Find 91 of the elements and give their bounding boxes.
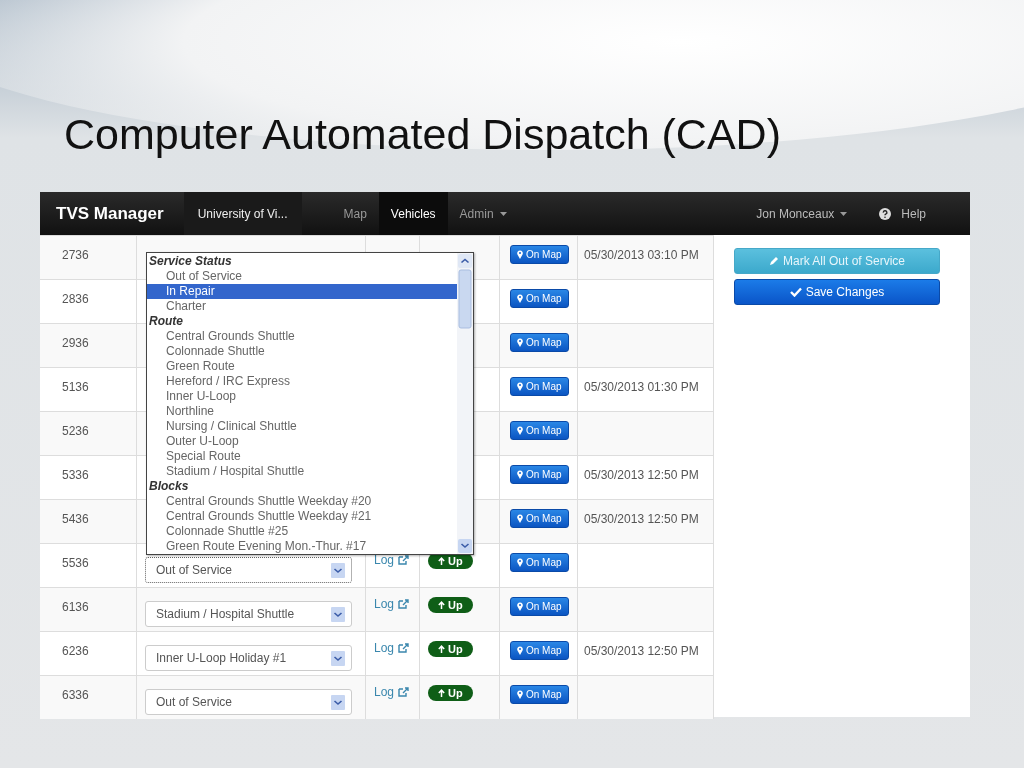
map-pin-icon [517,470,523,479]
status-badge: Up [428,641,473,657]
external-link-icon [398,555,410,565]
dropdown-option[interactable]: Northline [147,404,457,419]
vehicle-number: 6136 [62,600,89,614]
external-link-icon [398,643,410,653]
dropdown-option[interactable]: In Repair [147,284,457,299]
status-select[interactable]: Out of Service [145,689,352,715]
on-map-button[interactable]: On Map [510,377,569,396]
status-select[interactable]: Inner U-Loop Holiday #1 [145,645,352,671]
vehicle-number: 5136 [62,380,89,394]
log-link[interactable]: Log [374,685,410,699]
help-link[interactable]: Help [867,192,970,235]
map-pin-icon [517,250,523,259]
dropdown-option[interactable]: Stadium / Hospital Shuttle [147,464,457,479]
dropdown-option[interactable]: Central Grounds Shuttle [147,329,457,344]
organization-selector[interactable]: University of Vi... [183,192,302,235]
vehicle-number: 2836 [62,292,89,306]
dropdown-option[interactable]: Hereford / IRC Express [147,374,457,389]
on-map-button[interactable]: On Map [510,685,569,704]
pencil-icon [768,256,779,266]
option-group-label: Route [148,314,184,329]
external-link-icon [398,599,410,609]
on-map-button[interactable]: On Map [510,421,569,440]
timestamp: 05/30/2013 12:50 PM [584,468,699,482]
vehicle-number: 2936 [62,336,89,350]
chevron-down-icon [331,694,345,710]
vehicle-number: 5436 [62,512,89,526]
chevron-down-icon [331,562,345,578]
vehicle-number: 5336 [62,468,89,482]
map-pin-icon [517,690,523,699]
dropdown-option[interactable]: Inner U-Loop [147,389,457,404]
on-map-button[interactable]: On Map [510,641,569,660]
option-group-label: Blocks [148,479,190,494]
vehicle-number: 2736 [62,248,89,262]
help-icon [879,207,892,220]
nav-tab[interactable]: Map [331,192,379,235]
log-link[interactable]: Log [374,641,410,655]
status-badge: Up [428,685,473,701]
nav-tab[interactable]: Admin [447,192,519,235]
map-pin-icon [517,514,523,523]
map-pin-icon [517,558,523,567]
log-link[interactable]: Log [374,597,410,611]
nav-tab[interactable]: Vehicles [378,192,448,235]
vehicle-number: 6236 [62,644,89,658]
dropdown-option[interactable]: Outer U-Loop [147,434,457,449]
check-icon [789,287,802,297]
dropdown-option[interactable]: Colonnade Shuttle [147,344,457,359]
log-link[interactable]: Log [374,553,410,567]
map-pin-icon [517,426,523,435]
option-group-label: Service Status [148,254,233,269]
chevron-down-icon [331,606,345,622]
user-menu[interactable]: Jon Monceaux [744,192,860,235]
on-map-button[interactable]: On Map [510,553,569,572]
timestamp: 05/30/2013 03:10 PM [584,248,699,262]
chevron-down-icon [331,650,345,666]
dropdown-option[interactable]: Colonnade Shuttle #25 [147,524,457,539]
map-pin-icon [517,382,523,391]
status-badge: Up [428,597,473,613]
status-select[interactable]: Stadium / Hospital Shuttle [145,601,352,627]
map-pin-icon [517,338,523,347]
map-pin-icon [517,646,523,655]
map-pin-icon [517,294,523,303]
brand-title[interactable]: TVS Manager [40,192,184,235]
dropdown-option[interactable]: Central Grounds Shuttle Weekday #20 [147,494,457,509]
on-map-button[interactable]: On Map [510,465,569,484]
slide-title: Computer Automated Dispatch (CAD) [63,109,782,160]
on-map-button[interactable]: On Map [510,333,569,352]
map-pin-icon [517,602,523,611]
on-map-button[interactable]: On Map [510,245,569,264]
caret-icon [840,211,848,216]
dropdown-option[interactable]: Charter [147,299,457,314]
vehicle-number: 6336 [62,688,89,702]
status-select[interactable]: Out of Service [145,557,352,583]
dropdown-option[interactable]: Green Route Evening Mon.-Thur. #17 [147,539,457,554]
dropdown-option[interactable]: Nursing / Clinical Shuttle [147,419,457,434]
vehicle-number: 5236 [62,424,89,438]
external-link-icon [398,687,410,697]
timestamp: 05/30/2013 12:50 PM [584,512,699,526]
dropdown-option[interactable]: Green Route [147,359,457,374]
timestamp: 05/30/2013 12:50 PM [584,644,699,658]
dropdown-option[interactable]: Central Grounds Shuttle Weekday #21 [147,509,457,524]
vehicle-number: 5536 [62,556,89,570]
dropdown-option[interactable]: Special Route [147,449,457,464]
on-map-button[interactable]: On Map [510,597,569,616]
on-map-button[interactable]: On Map [510,289,569,308]
on-map-button[interactable]: On Map [510,509,569,528]
timestamp: 05/30/2013 01:30 PM [584,380,699,394]
action-button[interactable]: Save Changes [734,279,940,305]
dropdown-option[interactable]: Out of Service [147,269,457,284]
scrollbar[interactable] [457,253,473,554]
